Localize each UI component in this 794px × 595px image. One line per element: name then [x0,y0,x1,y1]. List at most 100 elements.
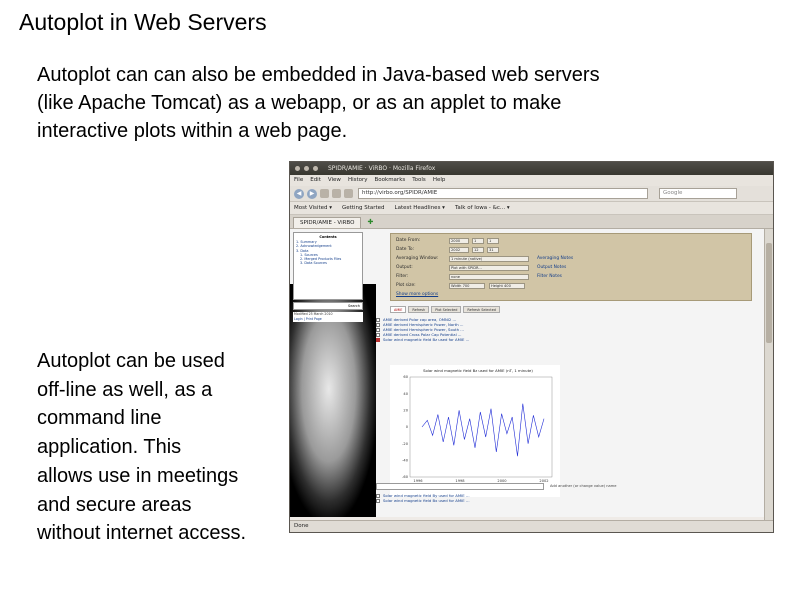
stop-icon[interactable] [332,189,341,198]
bookmark-item[interactable]: Latest Headlines ▾ [395,202,445,214]
home-icon[interactable] [344,189,353,198]
form-label: Averaging Window: [396,256,439,261]
menu-bookmarks[interactable]: Bookmarks [375,175,406,186]
y-tick-label: 60 [403,375,408,379]
date-to-year[interactable]: 2002 [449,247,469,253]
y-tick-label: 40 [403,392,408,396]
menu-help[interactable]: Help [433,175,446,186]
filter-select[interactable]: none [449,274,529,280]
bookmark-item[interactable]: Most Visited ▾ [294,202,332,214]
reload-icon[interactable] [320,189,329,198]
intro-line: interactive plots within a web page. [37,120,348,142]
intro-line: Autoplot can can also be embedded in Jav… [37,64,600,86]
averaging-notes-link[interactable]: Averaging Notes [537,256,573,262]
menu-file[interactable]: File [294,175,303,186]
maximize-icon[interactable] [313,166,318,171]
date-to-day[interactable]: 31 [487,247,499,253]
window-titlebar: SPIDR/AMIE · ViRBO · Mozilla Firefox [290,162,773,175]
product-tabs: AMIE Refresh Plot Selected Refresh Selec… [390,306,500,313]
toc-search-button[interactable]: Search [293,302,363,310]
form-label: Date From: [396,238,421,243]
web-page: Contents 1. Summary 2. Acknowledgement 3… [290,229,766,517]
new-tab-icon[interactable]: ✚ [367,217,373,228]
y-tick-label: -20 [402,442,409,446]
scrollbar-thumb[interactable] [766,243,772,343]
navigation-toolbar: ◀ ▶ http://virbo.org/SPIDR/AMIE Google [290,186,773,202]
query-form: Date From: 2000 1 1 Date To: 2002 12 31 … [390,233,752,301]
search-input[interactable]: Google [659,188,737,199]
form-label: Plot size: [396,283,416,288]
intro-line: (like Apache Tomcat) as a webapp, or as … [37,92,562,114]
offline-line: off-line as well, as a [37,378,213,401]
close-icon[interactable] [295,166,300,171]
y-tick-label: -40 [402,459,409,463]
intro-paragraph: Autoplot can can also be embedded in Jav… [37,61,757,145]
url-bar[interactable]: http://virbo.org/SPIDR/AMIE [358,188,648,199]
bz-line-chart: Solar wind magnetic field Bz used for AM… [402,368,553,483]
offline-line: application. This [37,436,182,459]
bookmark-item[interactable]: Getting Started [342,202,385,214]
date-from-month[interactable]: 1 [472,238,484,244]
offline-line: and secure areas [37,493,192,516]
offline-line: command line [37,407,162,430]
forward-icon[interactable]: ▶ [307,188,317,199]
checkbox[interactable] [376,499,380,503]
show-more-options-link[interactable]: Show more options [396,292,438,298]
browser-screenshot: SPIDR/AMIE · ViRBO · Mozilla Firefox Fil… [289,161,774,533]
slide-title: Autoplot in Web Servers [19,9,267,35]
output-select[interactable]: Plot with SPIDR... [449,265,529,271]
offline-line: without internet access. [37,522,246,545]
tab-amie[interactable]: AMIE [390,306,407,313]
date-from-day[interactable]: 1 [487,238,499,244]
minimize-icon[interactable] [304,166,309,171]
tab-spidr-amie[interactable]: SPIDR/AMIE - ViRBO [293,217,362,228]
table-of-contents: Contents 1. Summary 2. Acknowledgement 3… [293,232,363,300]
plot-footer-note: Add another (or change value) name [550,484,617,488]
applet-plot[interactable]: Solar wind magnetic field Bz used for AM… [390,365,560,497]
plot-selected-button[interactable]: Plot Selected [431,306,462,313]
more-product-list: Solar wind magnetic field By used for AM… [376,493,470,503]
status-bar: Done [290,520,773,532]
plot-input-field[interactable] [376,483,544,490]
list-item[interactable]: Solar wind magnetic field Bx used for AM… [376,498,470,503]
plot-width-select[interactable]: Width 700 [449,283,485,289]
chart-title: Solar wind magnetic field Bz used for AM… [423,368,533,373]
menu-view[interactable]: View [328,175,341,186]
date-from-year[interactable]: 2000 [449,238,469,244]
y-tick-label: 0 [406,425,409,429]
product-list: AMIE derived Polar cap area, OMNI2 ... A… [376,317,469,342]
refresh-selected-button[interactable]: Refresh Selected [463,306,500,313]
login-print-links[interactable]: Login | Print Page [294,317,363,322]
offline-paragraph: Autoplot can be used off-line as well, a… [37,347,292,548]
form-label: Date To: [396,247,414,252]
checkbox-checked[interactable] [376,338,380,342]
offline-line: Autoplot can be used [37,350,225,372]
refresh-button[interactable]: Refresh [408,306,430,313]
vertical-scrollbar[interactable] [764,229,773,522]
bookmarks-toolbar: Most Visited ▾ Getting Started Latest He… [290,202,773,215]
menu-edit[interactable]: Edit [310,175,321,186]
menu-tools[interactable]: Tools [412,175,426,186]
tab-strip: SPIDR/AMIE - ViRBO ✚ [290,215,773,229]
bookmark-item[interactable]: Talk of Iowa - &c... ▾ [455,202,510,214]
menu-history[interactable]: History [348,175,368,186]
toc-heading: Contents [319,235,337,239]
window-title: SPIDR/AMIE · ViRBO · Mozilla Firefox [328,165,436,172]
toc-item[interactable]: 3. Data Sources [296,261,360,265]
form-label: Output: [396,265,413,270]
date-to-month[interactable]: 12 [472,247,484,253]
output-notes-link[interactable]: Output Notes [537,265,566,271]
series-line [421,403,545,457]
toc-footer: Modified 25 March 2010 Login | Print Pag… [293,312,363,322]
offline-line: allows use in meetings [37,464,239,487]
filter-notes-link[interactable]: Filter Notes [537,274,562,280]
back-icon[interactable]: ◀ [294,188,304,199]
form-label: Filter: [396,274,409,279]
y-tick-label: 20 [403,409,408,413]
averaging-select[interactable]: 1 minute (native) [449,256,529,262]
plot-height-select[interactable]: Height 400 [489,283,525,289]
y-tick-label: -60 [402,475,409,479]
list-item[interactable]: Solar wind magnetic field Bz used for AM… [376,337,469,342]
menu-bar: File Edit View History Bookmarks Tools H… [290,175,773,186]
plot-frame [409,376,553,478]
